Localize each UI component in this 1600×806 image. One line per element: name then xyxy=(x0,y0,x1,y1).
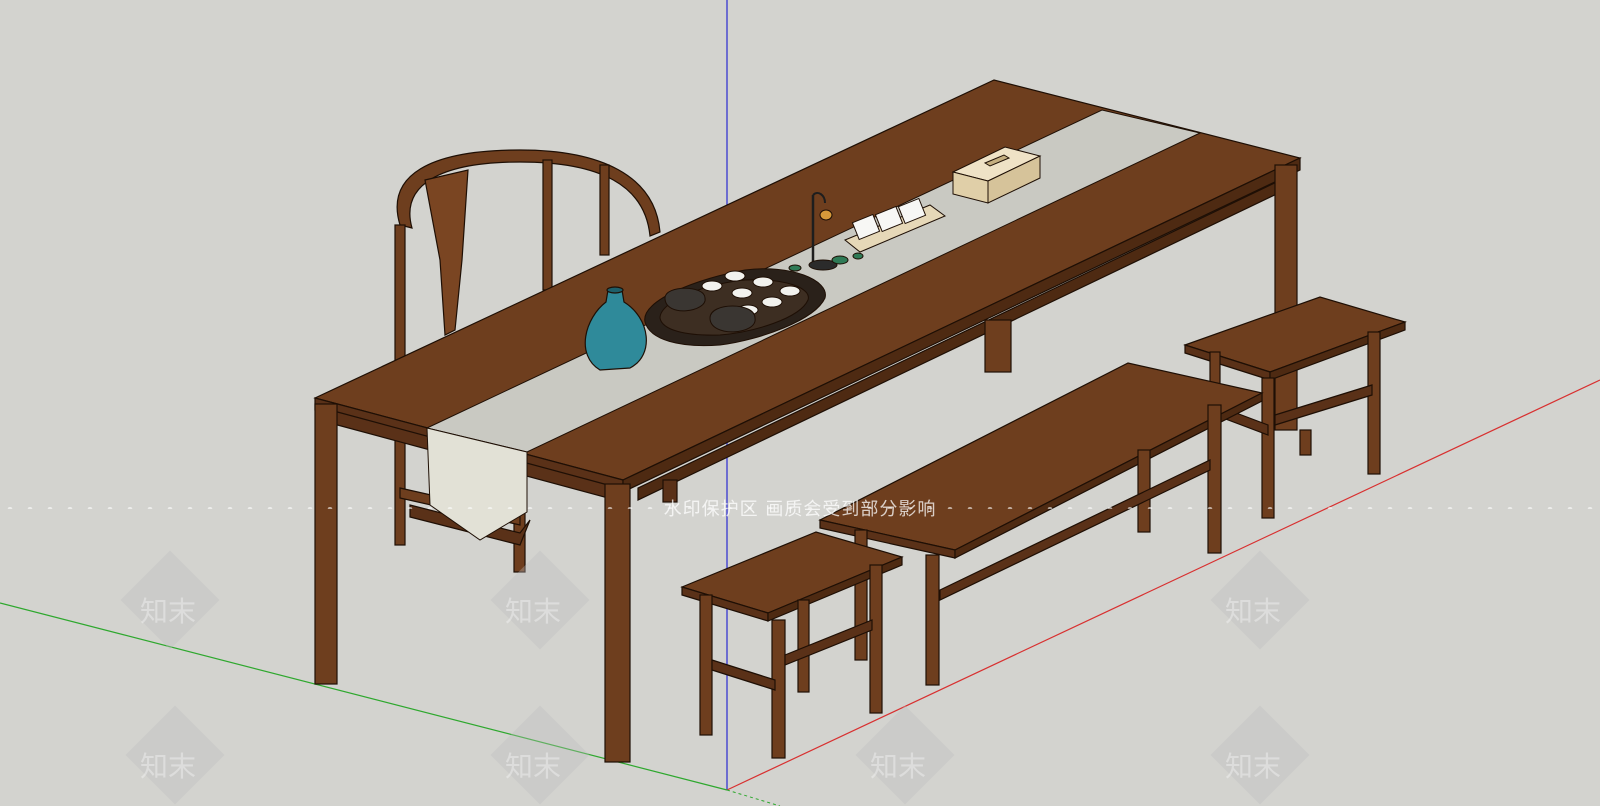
armchair-post-mid xyxy=(542,159,553,291)
stool-front[interactable] xyxy=(680,531,904,759)
table-leg-front-right xyxy=(604,483,631,763)
armchair-post-right xyxy=(599,164,610,256)
teapot-2 xyxy=(709,305,756,333)
model-scene[interactable] xyxy=(0,0,1600,806)
3d-viewport[interactable]: 知末 知末 知末 知末 知末 知末 知末 水印保护区 画质会受到部分影响 xyxy=(0,0,1600,806)
bench-top xyxy=(818,362,1264,551)
armchair-splat xyxy=(424,169,469,336)
table-leg-front-left xyxy=(314,403,338,685)
vase-mouth xyxy=(606,286,624,294)
green-axis-dashed xyxy=(726,789,781,806)
teapot-1 xyxy=(664,287,706,312)
table-leg-back-right xyxy=(1274,164,1298,431)
table-leg-back-mid xyxy=(984,319,1012,373)
table-leg-back-left-hidden xyxy=(662,479,678,503)
bench[interactable] xyxy=(818,362,1264,686)
